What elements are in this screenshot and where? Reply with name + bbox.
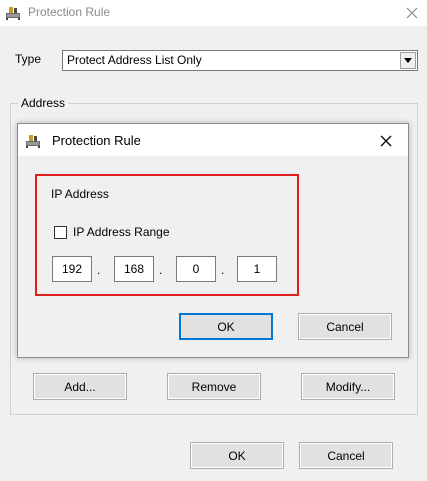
window-close-button[interactable]	[400, 1, 424, 25]
highlight-box	[35, 174, 299, 296]
network-cable-icon	[4, 4, 22, 20]
inner-dialog-close-button[interactable]	[374, 129, 398, 153]
dropdown-arrow-button[interactable]	[400, 52, 416, 69]
close-icon	[380, 135, 392, 147]
inner-ok-button[interactable]: OK	[179, 313, 273, 340]
inner-dialog-title: Protection Rule	[52, 133, 141, 148]
network-cable-icon	[24, 132, 42, 148]
inner-cancel-button[interactable]: Cancel	[298, 313, 392, 340]
add-button[interactable]: Add...	[33, 373, 127, 400]
close-icon	[406, 7, 418, 19]
remove-button[interactable]: Remove	[167, 373, 261, 400]
type-dropdown[interactable]: Protect Address List Only	[62, 50, 418, 71]
type-label: Type	[15, 52, 42, 66]
cancel-button[interactable]: Cancel	[299, 442, 393, 469]
window-title: Protection Rule	[28, 5, 111, 19]
modify-button[interactable]: Modify...	[301, 373, 395, 400]
chevron-down-icon	[404, 58, 412, 63]
ok-button[interactable]: OK	[190, 442, 284, 469]
address-group-legend: Address	[18, 96, 69, 110]
type-dropdown-value: Protect Address List Only	[67, 53, 202, 67]
